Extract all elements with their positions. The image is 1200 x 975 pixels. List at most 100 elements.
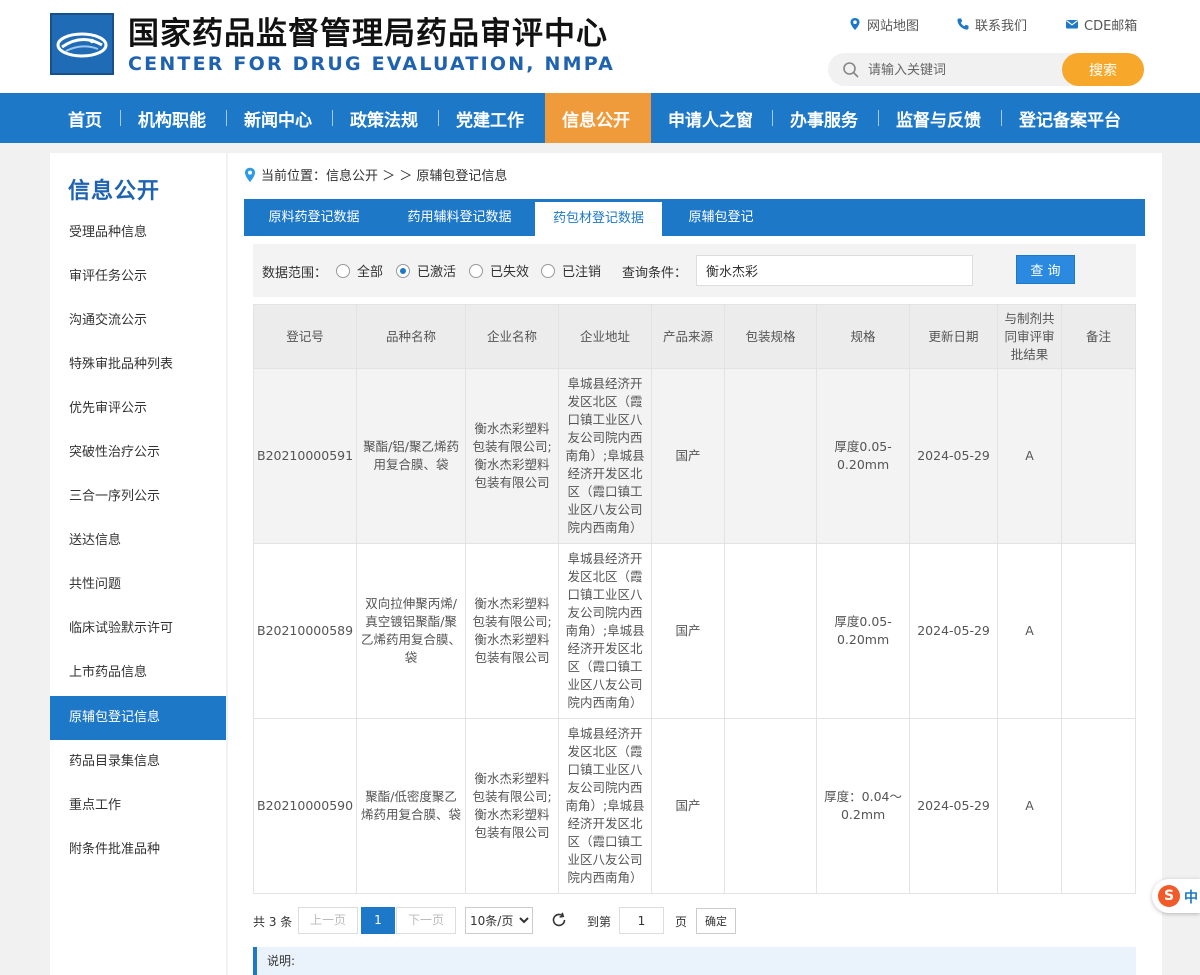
sidebar-item-breakthrough[interactable]: 突破性治疗公示 — [50, 431, 226, 475]
sitemap-link[interactable]: 网站地图 — [848, 15, 920, 34]
cell-name: 聚酯/低密度聚乙烯药用复合膜、袋 — [356, 718, 467, 894]
note-box: 说明: — [253, 947, 1136, 975]
sidebar-item-api-excipient-packaging[interactable]: 原辅包登记信息 — [50, 696, 226, 740]
query-button[interactable]: 查 询 — [1016, 255, 1075, 284]
search-input[interactable] — [868, 59, 1058, 81]
goto-label: 到第 — [587, 915, 612, 929]
sidebar-item-conditional-approval[interactable]: 附条件批准品种 — [50, 828, 226, 872]
sitemap-label: 网站地图 — [867, 18, 920, 34]
cell-reg-no: B20210000591 — [252, 368, 358, 544]
table-row[interactable]: B20210000590 聚酯/低密度聚乙烯药用复合膜、袋 衡水杰彩塑料包装有限… — [252, 718, 1137, 894]
table-row[interactable]: B20210000589 双向拉伸聚丙烯/真空镀铝聚酯/聚乙烯药用复合膜、袋 衡… — [252, 543, 1137, 719]
sidebar-item-marketed-drugs[interactable]: 上市药品信息 — [50, 651, 226, 695]
contact-link[interactable]: 联系我们 — [956, 15, 1028, 34]
cell-result: A — [997, 718, 1063, 894]
col-header-package: 包装规格 — [724, 304, 818, 369]
cell-result: A — [997, 543, 1063, 719]
nav-item-services[interactable]: 办事服务 — [773, 93, 879, 143]
nav-item-policy[interactable]: 政策法规 — [333, 93, 439, 143]
goto-page-input[interactable] — [619, 907, 664, 934]
page-unit-label: 页 — [675, 915, 688, 929]
table-row[interactable]: B20210000591 聚酯/铝/聚乙烯药用复合膜、袋 衡水杰彩塑料包装有限公… — [252, 368, 1137, 544]
nav-item-home[interactable]: 首页 — [51, 93, 121, 143]
cell-date: 2024-05-29 — [909, 718, 999, 894]
sidebar-item-key-work[interactable]: 重点工作 — [50, 784, 226, 828]
cell-name: 聚酯/铝/聚乙烯药用复合膜、袋 — [356, 368, 467, 544]
nav-item-applicant[interactable]: 申请人之窗 — [651, 93, 773, 143]
cell-reg-no: B20210000590 — [252, 718, 358, 894]
nav-item-functions[interactable]: 机构职能 — [121, 93, 227, 143]
col-header-result: 与制剂共同审评审批结果 — [997, 304, 1063, 369]
prev-page-button[interactable]: 上一页 — [298, 907, 358, 934]
data-tabs: 原料药登记数据 药用辅料登记数据 药包材登记数据 原辅包登记 — [244, 199, 1145, 236]
refresh-icon[interactable] — [550, 911, 568, 929]
tab-excipient-data[interactable]: 药用辅料登记数据 — [384, 199, 535, 236]
input-method-badge[interactable]: S 中 — [1152, 879, 1200, 913]
nav-item-label: 党建工作 — [456, 110, 524, 131]
cell-result: A — [997, 368, 1063, 544]
col-header-name: 品种名称 — [356, 304, 467, 369]
page-size-select[interactable]: 10条/页 — [465, 907, 533, 934]
radio-circle-selected — [396, 263, 410, 278]
radio-label: 已激活 — [417, 265, 457, 280]
sidebar-title: 信息公开 — [68, 179, 161, 204]
sidebar-item-common-issues[interactable]: 共性问题 — [50, 563, 226, 607]
sidebar-item-three-in-one[interactable]: 三合一序列公示 — [50, 475, 226, 519]
query-input[interactable] — [696, 255, 973, 286]
nav-item-party[interactable]: 党建工作 — [439, 93, 545, 143]
radio-label: 已失效 — [490, 265, 530, 280]
cell-company: 衡水杰彩塑料包装有限公司;衡水杰彩塑料包装有限公司 — [465, 368, 560, 544]
radio-activated[interactable]: 已激活 — [396, 261, 456, 280]
nav-item-supervision[interactable]: 监督与反馈 — [879, 93, 1002, 143]
location-pin-icon — [850, 18, 860, 30]
col-header-spec: 规格 — [816, 304, 911, 369]
page-number-button[interactable]: 1 — [361, 907, 395, 934]
nav-item-info-disclosure[interactable]: 信息公开 — [545, 93, 651, 143]
radio-cancelled[interactable]: 已注销 — [541, 261, 601, 280]
sidebar-item-accepted[interactable]: 受理品种信息 — [50, 211, 226, 255]
cell-spec: 厚度0.05-0.20mm — [816, 543, 911, 719]
nav-item-registration[interactable]: 登记备案平台 — [1002, 93, 1142, 143]
contact-label: 联系我们 — [975, 18, 1028, 34]
main-nav: 首页 机构职能 新闻中心 政策法规 党建工作 信息公开 申请人之窗 办事服务 监… — [0, 93, 1200, 143]
sogou-s-icon: S — [1158, 885, 1180, 907]
tab-api-data[interactable]: 原料药登记数据 — [244, 199, 384, 236]
breadcrumb-prefix: 当前位置： — [261, 169, 327, 184]
radio-label: 全部 — [357, 265, 384, 280]
sidebar-item-special-approval[interactable]: 特殊审批品种列表 — [50, 343, 226, 387]
cell-reg-no: B20210000589 — [252, 543, 358, 719]
filter-bar: 数据范围： 全部 已激活 已失效 已注销 查询条件： 查 询 — [253, 244, 1136, 297]
cde-logo[interactable] — [50, 13, 114, 75]
sidebar-item-delivery[interactable]: 送达信息 — [50, 519, 226, 563]
col-header-remark: 备注 — [1061, 304, 1137, 369]
next-page-button[interactable]: 下一页 — [396, 907, 456, 934]
sidebar-item-drug-catalog[interactable]: 药品目录集信息 — [50, 740, 226, 784]
nav-item-label: 登记备案平台 — [1019, 110, 1121, 131]
cell-origin: 国产 — [651, 368, 726, 544]
pagination: 共 3 条 上一页 1 下一页 10条/页 到第 页 确定 — [253, 905, 853, 935]
radio-circle — [336, 263, 350, 278]
search-button[interactable]: 搜索 — [1062, 53, 1144, 86]
logo-emblem-icon — [56, 32, 108, 58]
nav-item-label: 办事服务 — [790, 110, 858, 131]
scope-label: 数据范围： — [262, 266, 328, 281]
breadcrumb-path[interactable]: 信息公开 ＞ ＞ 原辅包登记信息 — [326, 165, 507, 184]
cell-remark — [1061, 718, 1137, 894]
tab-packaging-data[interactable]: 药包材登记数据 — [535, 201, 662, 236]
col-header-company: 企业名称 — [465, 304, 560, 369]
tab-registration[interactable]: 原辅包登记 — [662, 199, 780, 236]
cell-company: 衡水杰彩塑料包装有限公司;衡水杰彩塑料包装有限公司 — [465, 543, 560, 719]
col-header-origin: 产品来源 — [651, 304, 726, 369]
goto-confirm-button[interactable]: 确定 — [696, 908, 736, 934]
mail-icon — [1066, 20, 1078, 29]
nav-item-news[interactable]: 新闻中心 — [227, 93, 333, 143]
sidebar-item-communication[interactable]: 沟通交流公示 — [50, 299, 226, 343]
radio-all[interactable]: 全部 — [336, 261, 383, 280]
sidebar-item-clinical-trials[interactable]: 临床试验默示许可 — [50, 607, 226, 651]
phone-icon — [957, 18, 969, 30]
cde-mail-link[interactable]: CDE邮箱 — [1065, 15, 1137, 34]
radio-expired[interactable]: 已失效 — [469, 261, 529, 280]
cell-origin: 国产 — [651, 543, 726, 719]
sidebar-item-priority-review[interactable]: 优先审评公示 — [50, 387, 226, 431]
sidebar-item-review-tasks[interactable]: 审评任务公示 — [50, 255, 226, 299]
